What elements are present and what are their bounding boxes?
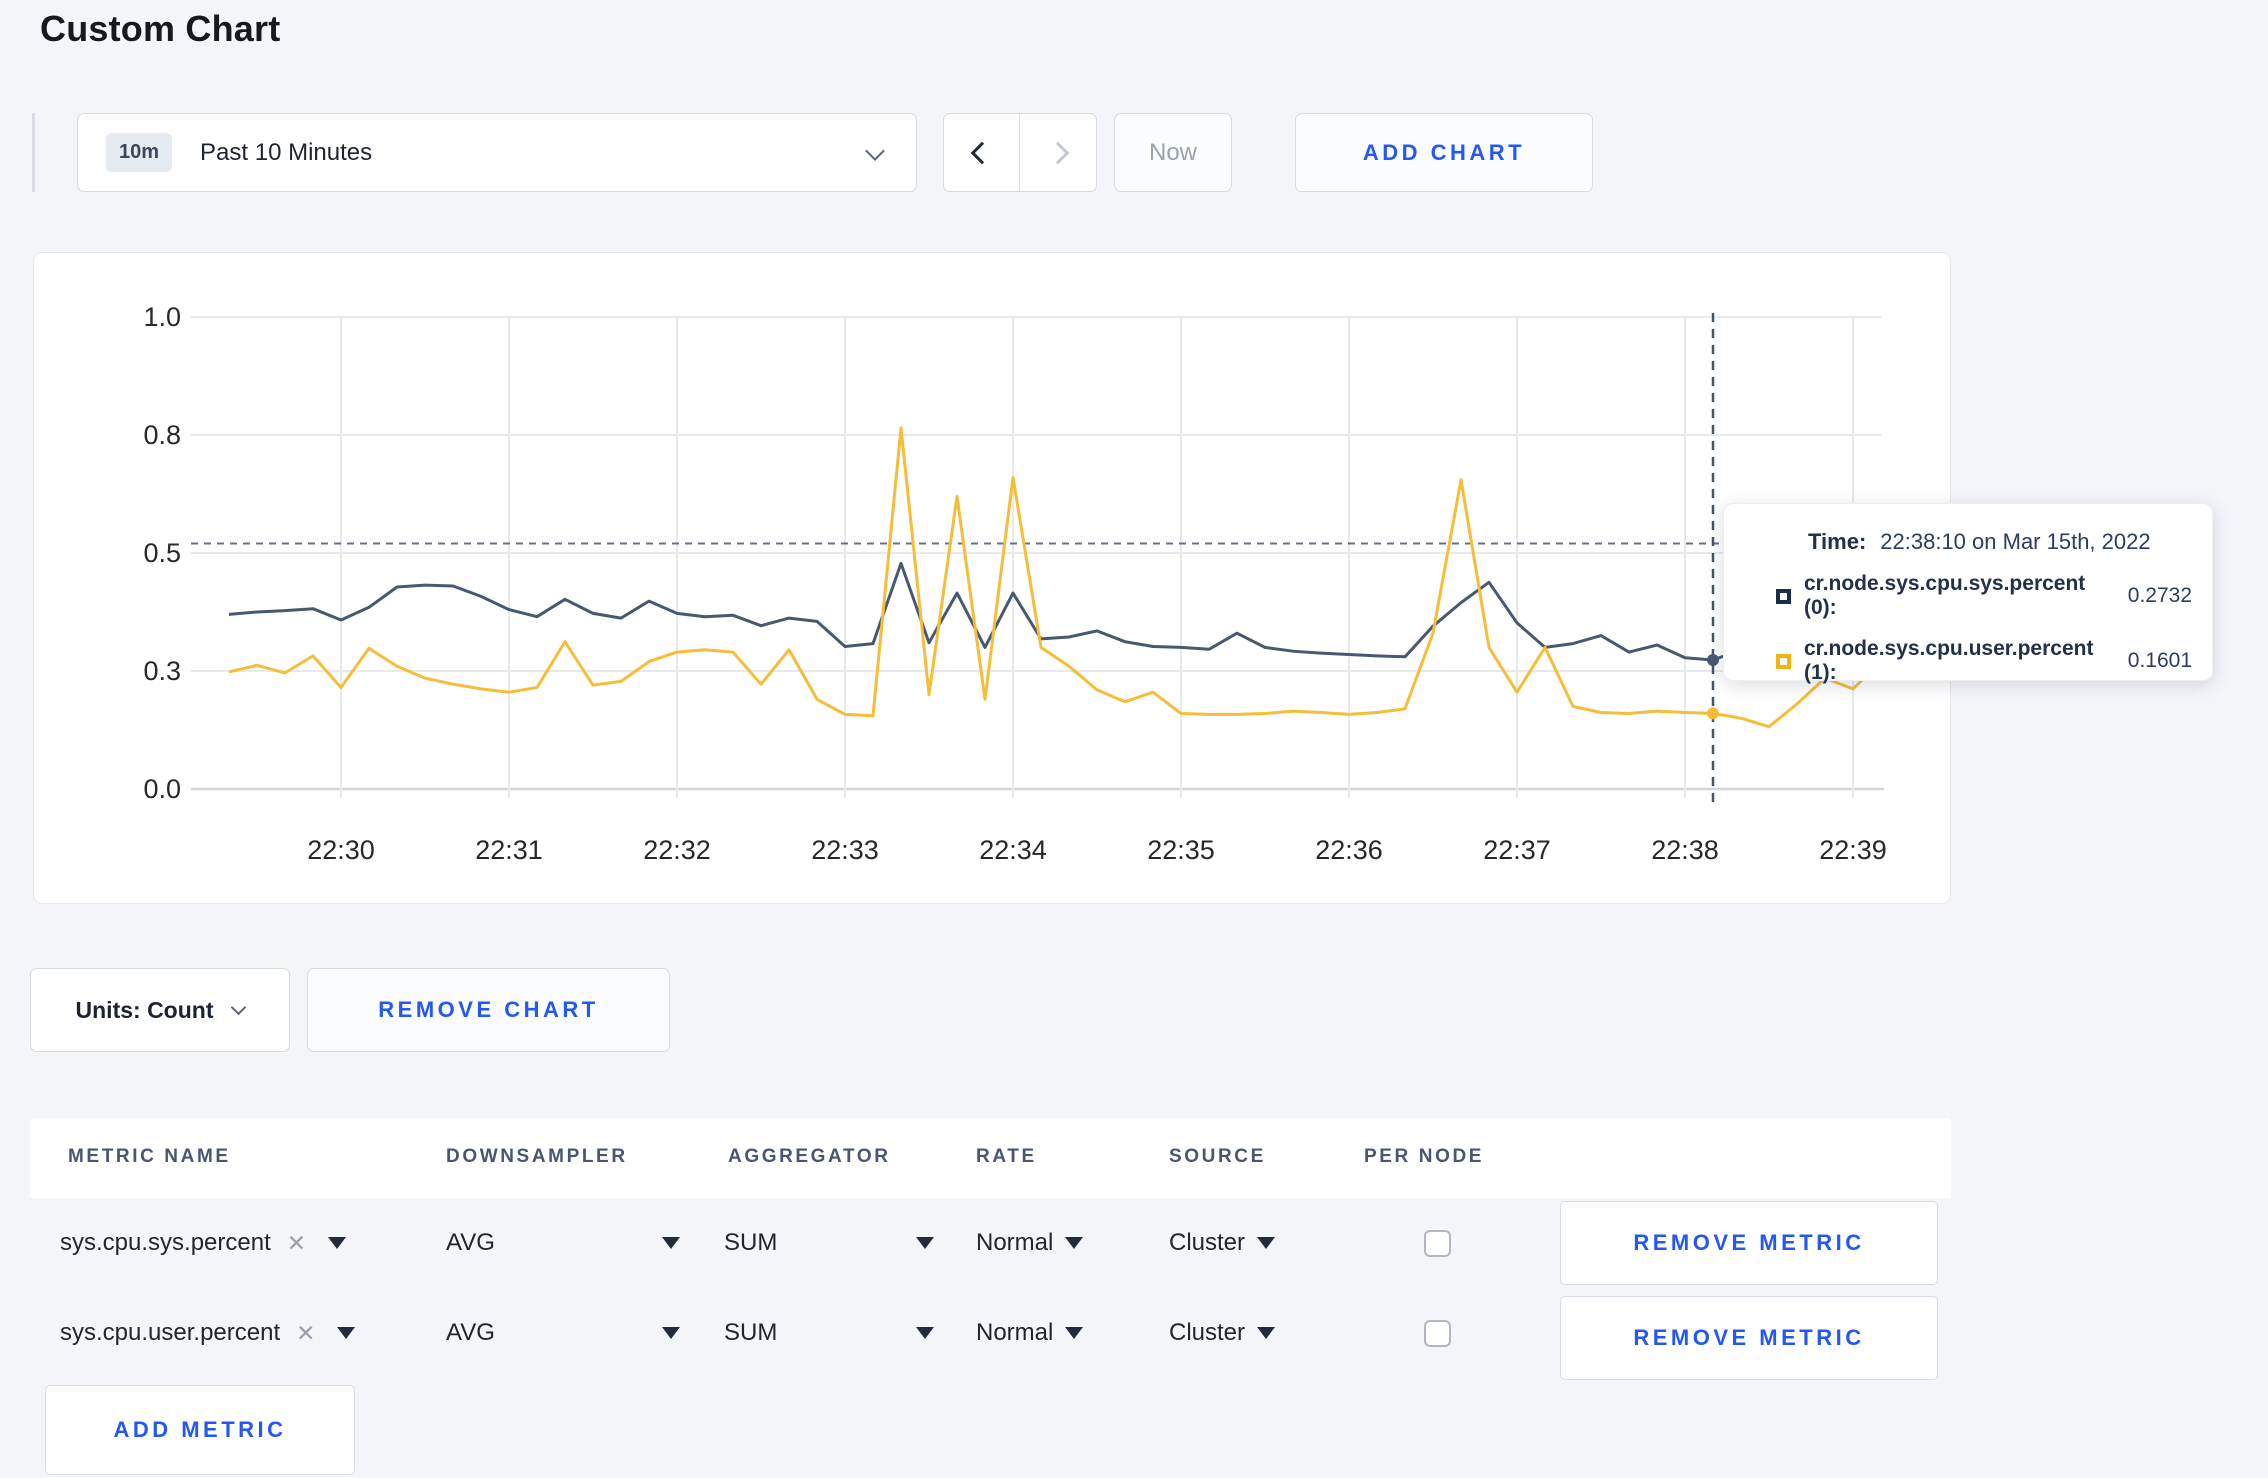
chart-tooltip: Time: 22:38:10 on Mar 15th, 2022 cr.node… [1723, 503, 2213, 684]
chevron-right-icon [1046, 141, 1070, 164]
time-pager [943, 113, 1097, 192]
custom-chart-plot[interactable]: 0.0 0.3 0.5 0.8 1.0 22:30 22:31 22:32 22:33 22:34… [34, 253, 1952, 905]
x-tick-label: 22:33 [811, 835, 879, 865]
clear-metric-icon[interactable]: ✕ [296, 1320, 315, 1347]
rate-select[interactable]: Normal [976, 1203, 1084, 1283]
y-tick-label: 0.5 [143, 538, 181, 568]
downsampler-value: AVG [446, 1319, 495, 1346]
units-label: Units: Count [75, 996, 214, 1023]
source-value: Cluster [1169, 1319, 1246, 1346]
user-percent-line [228, 426, 1883, 729]
chevron-down-icon [865, 141, 885, 161]
per-node-checkbox[interactable] [1424, 1229, 1451, 1257]
rate-select[interactable]: Normal [976, 1293, 1084, 1373]
time-range-select[interactable]: 10m Past 10 Minutes [77, 113, 917, 192]
col-header-downsampler: DOWNSAMPLER [446, 1146, 628, 1167]
caret-down-icon [1257, 1237, 1276, 1249]
chart-card: 0.0 0.3 0.5 0.8 1.0 22:30 22:31 22:32 22:33 22:34… [33, 252, 1951, 904]
downsampler-select[interactable]: AVG [446, 1203, 680, 1283]
x-tick-label: 22:32 [643, 835, 711, 865]
remove-metric-button[interactable]: REMOVE METRIC [1560, 1296, 1938, 1380]
units-select[interactable]: Units: Count [30, 968, 290, 1052]
user-series-swatch-icon [1776, 653, 1791, 669]
metric-dropdown-caret-icon[interactable] [328, 1237, 347, 1249]
caret-down-icon [662, 1327, 680, 1339]
caret-down-icon [916, 1327, 934, 1339]
tooltip-series-value: 0.2732 [2127, 584, 2192, 607]
metric-name-value: sys.cpu.sys.percent [60, 1229, 271, 1256]
prev-interval-button[interactable] [944, 114, 1020, 191]
caret-down-icon [662, 1237, 680, 1249]
per-node-checkbox[interactable] [1424, 1319, 1451, 1347]
aggregator-select[interactable]: SUM [724, 1293, 934, 1373]
x-tick-label: 22:31 [475, 835, 543, 865]
tooltip-series-label: cr.node.sys.cpu.sys.percent (0): [1804, 572, 2086, 619]
x-tick-label: 22:37 [1483, 835, 1551, 865]
clear-metric-icon[interactable]: ✕ [287, 1230, 306, 1257]
sys-series-swatch-icon [1776, 588, 1791, 604]
rate-value: Normal [976, 1229, 1054, 1256]
x-tick-label: 22:34 [979, 835, 1047, 865]
x-tick-label: 22:39 [1819, 835, 1887, 865]
now-button[interactable]: Now [1114, 113, 1232, 192]
tooltip-series-label: cr.node.sys.cpu.user.percent (1): [1804, 637, 2094, 684]
y-tick-label: 1.0 [143, 302, 181, 332]
source-value: Cluster [1169, 1229, 1246, 1256]
aggregator-value: SUM [724, 1319, 778, 1346]
remove-metric-button[interactable]: REMOVE METRIC [1560, 1201, 1938, 1285]
col-header-aggregator: AGGREGATOR [728, 1146, 891, 1167]
sys-percent-line [228, 561, 1882, 662]
caret-down-icon [1257, 1327, 1276, 1339]
add-metric-button[interactable]: ADD METRIC [45, 1385, 355, 1475]
col-header-source: SOURCE [1169, 1146, 1266, 1167]
toolbar-divider [32, 113, 35, 192]
col-header-rate: RATE [976, 1146, 1037, 1167]
y-tick-label: 0.8 [143, 420, 181, 450]
y-tick-label: 0.0 [143, 774, 181, 804]
user-hover-dot [1707, 707, 1719, 720]
x-tick-label: 22:30 [307, 835, 375, 865]
next-interval-button[interactable] [1020, 114, 1096, 191]
tooltip-series-value: 0.1601 [2127, 649, 2192, 672]
chevron-down-icon [231, 999, 247, 1015]
tooltip-time-value: 22:38:10 on Mar 15th, 2022 [1880, 529, 2151, 554]
aggregator-select[interactable]: SUM [724, 1203, 934, 1283]
sys-hover-dot [1707, 654, 1719, 667]
x-tick-label: 22:36 [1315, 835, 1383, 865]
metrics-table-header: METRIC NAME DOWNSAMPLER AGGREGATOR RATE … [30, 1118, 1951, 1198]
x-tick-label: 22:35 [1147, 835, 1215, 865]
remove-chart-button[interactable]: REMOVE CHART [307, 968, 670, 1052]
downsampler-value: AVG [446, 1229, 495, 1256]
add-chart-button[interactable]: ADD CHART [1295, 113, 1593, 192]
caret-down-icon [1065, 1327, 1084, 1339]
rate-value: Normal [976, 1319, 1054, 1346]
downsampler-select[interactable]: AVG [446, 1293, 680, 1373]
aggregator-value: SUM [724, 1229, 778, 1256]
source-select[interactable]: Cluster [1169, 1293, 1276, 1373]
tooltip-series-row: cr.node.sys.cpu.sys.percent (0): 0.2732 [1776, 572, 2192, 620]
col-header-metric-name: METRIC NAME [68, 1146, 231, 1167]
caret-down-icon [916, 1237, 934, 1249]
page-title: Custom Chart [40, 8, 281, 49]
chevron-left-icon [970, 141, 993, 164]
col-header-per-node: PER NODE [1364, 1146, 1485, 1167]
source-select[interactable]: Cluster [1169, 1203, 1276, 1283]
y-tick-label: 0.3 [143, 656, 181, 686]
x-tick-label: 22:38 [1651, 835, 1719, 865]
caret-down-icon [1065, 1237, 1084, 1249]
metric-dropdown-caret-icon[interactable] [337, 1327, 356, 1339]
tooltip-series-row: cr.node.sys.cpu.user.percent (1): 0.1601 [1776, 637, 2192, 685]
metric-name-value: sys.cpu.user.percent [60, 1319, 281, 1346]
tooltip-time-label: Time: [1808, 529, 1867, 554]
time-range-badge: 10m [106, 133, 173, 172]
time-range-label: Past 10 Minutes [200, 138, 373, 166]
